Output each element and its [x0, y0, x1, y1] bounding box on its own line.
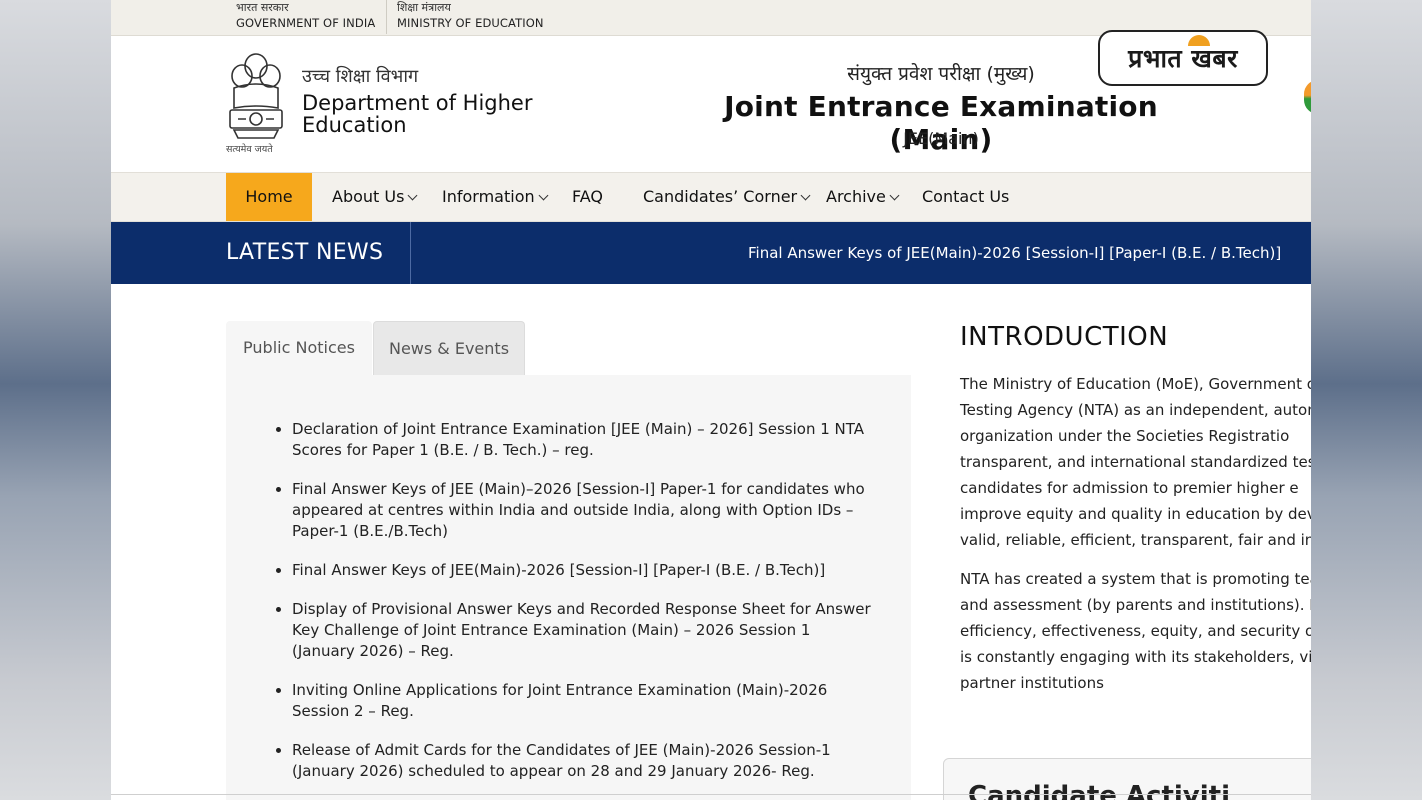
logo-text: प्रभात खबर — [1128, 44, 1238, 73]
government-of-india[interactable]: भारत सरकार GOVERNMENT OF INDIA — [236, 0, 375, 31]
nav-information[interactable]: Information — [442, 173, 549, 221]
nav-about-us[interactable]: About Us — [332, 173, 418, 221]
latest-news-title: LATEST NEWS — [226, 240, 384, 265]
introduction-paragraph-1: The Ministry of Education (MoE), Governm… — [960, 375, 1311, 549]
notice-item[interactable]: Declaration of Joint Entrance Examinatio… — [292, 419, 872, 461]
department-name-hindi: उच्च शिक्षा विभाग — [302, 66, 419, 87]
news-ticker-link[interactable]: Final Answer Keys of JEE(Main)-2026 [Ses… — [748, 222, 1281, 284]
latest-news-bar: LATEST NEWS Final Answer Keys of JEE(Mai… — [111, 222, 1311, 284]
nav-candidates-corner-label: Candidates’ Corner — [643, 187, 798, 206]
public-notices-panel: Declaration of Joint Entrance Examinatio… — [226, 375, 911, 800]
background-left — [0, 0, 111, 800]
flag-icon — [1304, 80, 1311, 114]
tab-public-notices-label: Public Notices — [243, 338, 355, 357]
emblem-caption: सत्यमेव जयते — [226, 144, 273, 155]
notice-item[interactable]: Release of Admit Cards for the Candidate… — [292, 740, 872, 782]
notice-list: Declaration of Joint Entrance Examinatio… — [274, 419, 872, 800]
notice-item[interactable]: Final Answer Keys of JEE(Main)-2026 [Ses… — [292, 560, 872, 581]
ministry-of-education[interactable]: शिक्षा मंत्रालय MINISTRY OF EDUCATION — [397, 0, 544, 31]
nav-about-us-label: About Us — [332, 187, 405, 206]
chevron-down-icon — [407, 190, 418, 201]
nav-information-label: Information — [442, 187, 535, 206]
chevron-down-icon — [800, 190, 811, 201]
nav-home-label: Home — [245, 187, 293, 206]
introduction-paragraph-2: NTA has created a system that is promoti… — [960, 570, 1311, 692]
ministry-of-education-label: MINISTRY OF EDUCATION — [397, 16, 544, 30]
nav-archive-label: Archive — [826, 187, 886, 206]
tab-news-events[interactable]: News & Events — [373, 321, 525, 376]
bottom-divider — [111, 794, 1311, 795]
strip-divider — [386, 0, 387, 34]
background-right — [1311, 0, 1422, 800]
notice-item[interactable]: Inviting Online Applications for Joint E… — [292, 680, 872, 722]
tab-news-events-label: News & Events — [388, 339, 510, 358]
chevron-down-icon — [889, 190, 900, 201]
department-name[interactable]: Department of Higher Education — [302, 92, 562, 136]
tab-public-notices[interactable]: Public Notices — [226, 321, 372, 375]
nav-candidates-corner[interactable]: Candidates’ Corner — [643, 173, 811, 221]
candidate-activities-title: Candidate Activiti — [968, 781, 1231, 800]
notice-item[interactable]: Display of Provisional Answer Keys and R… — [292, 599, 872, 662]
nav-archive[interactable]: Archive — [826, 173, 900, 221]
nav-faq-label: FAQ — [572, 187, 603, 206]
exam-short-title: JEE(Main) — [903, 129, 979, 148]
page: भारत सरकार GOVERNMENT OF INDIA शिक्षा मं… — [111, 0, 1311, 800]
national-emblem-icon — [229, 53, 283, 139]
prabhat-khabar-logo: प्रभात खबर — [1098, 30, 1268, 86]
nav-contact-us-label: Contact Us — [922, 187, 1010, 206]
news-divider — [410, 222, 411, 284]
nav-contact-us[interactable]: Contact Us — [922, 173, 1009, 221]
introduction-heading: INTRODUCTION — [960, 322, 1169, 352]
chevron-down-icon — [538, 190, 549, 201]
main-navigation: Home About Us Information FAQ Candidates… — [111, 172, 1311, 222]
ministry-of-education-hindi: शिक्षा मंत्रालय — [397, 1, 451, 14]
government-of-india-label: GOVERNMENT OF INDIA — [236, 16, 376, 30]
site-header: सत्यमेव जयते उच्च शिक्षा विभाग Departmen… — [111, 30, 1311, 172]
notice-item[interactable]: Final Answer Keys of JEE (Main)–2026 [Se… — [292, 479, 872, 542]
nav-faq[interactable]: FAQ — [572, 173, 603, 221]
nav-home[interactable]: Home — [226, 173, 312, 221]
government-of-india-hindi: भारत सरकार — [236, 1, 289, 14]
